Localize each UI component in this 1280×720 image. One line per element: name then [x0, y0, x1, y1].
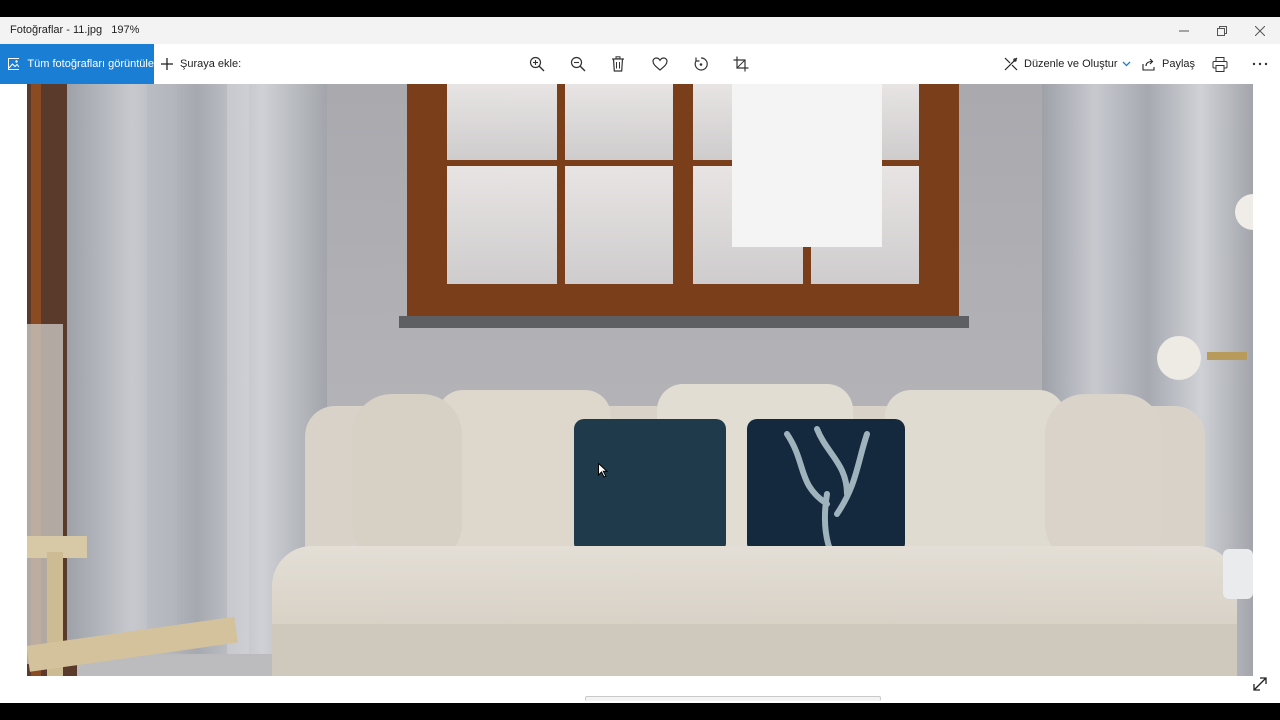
favorite-button[interactable] — [648, 52, 672, 76]
bottom-letterbox — [0, 703, 1280, 720]
living-room-render — [27, 84, 1253, 676]
share-button[interactable]: Paylaş — [1142, 44, 1195, 84]
zoom-out-button[interactable] — [566, 52, 590, 76]
print-icon — [1212, 56, 1228, 72]
edit-create-button[interactable]: Düzenle ve Oluştur — [1004, 44, 1131, 84]
filmstrip-handle[interactable] — [585, 696, 881, 701]
top-letterbox — [0, 0, 1280, 17]
zoom-in-button[interactable] — [525, 52, 549, 76]
edit-create-label: Düzenle ve Oluştur — [1024, 58, 1118, 70]
expand-icon — [1253, 677, 1267, 691]
delete-button[interactable] — [606, 52, 630, 76]
window-title: Fotoğraflar - 11.jpg 197% — [10, 24, 140, 36]
crop-button[interactable] — [729, 52, 753, 76]
share-label: Paylaş — [1162, 58, 1196, 70]
close-button[interactable] — [1241, 17, 1279, 44]
print-button[interactable] — [1208, 52, 1232, 76]
maximize-button[interactable] — [1203, 17, 1241, 44]
photo-image[interactable] — [27, 84, 1253, 676]
plus-icon — [161, 58, 173, 70]
photo-viewer — [0, 84, 1280, 703]
mouse-cursor-icon — [598, 463, 608, 478]
minimize-button[interactable] — [1165, 17, 1203, 44]
more-button[interactable] — [1248, 52, 1272, 76]
toolbar: Tüm fotoğrafları görüntüle Şuraya ekle: — [0, 44, 1280, 84]
zoom-in-icon — [529, 56, 545, 72]
edit-create-icon — [1004, 57, 1018, 71]
zoom-out-icon — [570, 56, 586, 72]
all-photos-label: Tüm fotoğrafları görüntüle — [27, 58, 154, 70]
add-to-label: Şuraya ekle: — [180, 58, 242, 70]
crop-icon — [733, 56, 749, 72]
heart-icon — [652, 57, 668, 71]
rotate-button[interactable] — [689, 52, 713, 76]
all-photos-button[interactable]: Tüm fotoğrafları görüntüle — [0, 44, 154, 84]
close-icon — [1255, 25, 1265, 36]
minimize-icon — [1179, 30, 1189, 31]
more-icon — [1252, 62, 1268, 66]
add-to-button[interactable]: Şuraya ekle: — [160, 44, 241, 84]
trash-icon — [612, 56, 624, 72]
share-icon — [1142, 58, 1155, 71]
fullscreen-button[interactable] — [1249, 673, 1271, 695]
rotate-icon — [694, 57, 708, 71]
photos-icon — [8, 58, 20, 70]
chevron-down-icon — [1122, 61, 1131, 67]
title-bar: Fotoğraflar - 11.jpg 197% — [0, 17, 1280, 45]
restore-icon — [1217, 25, 1227, 36]
